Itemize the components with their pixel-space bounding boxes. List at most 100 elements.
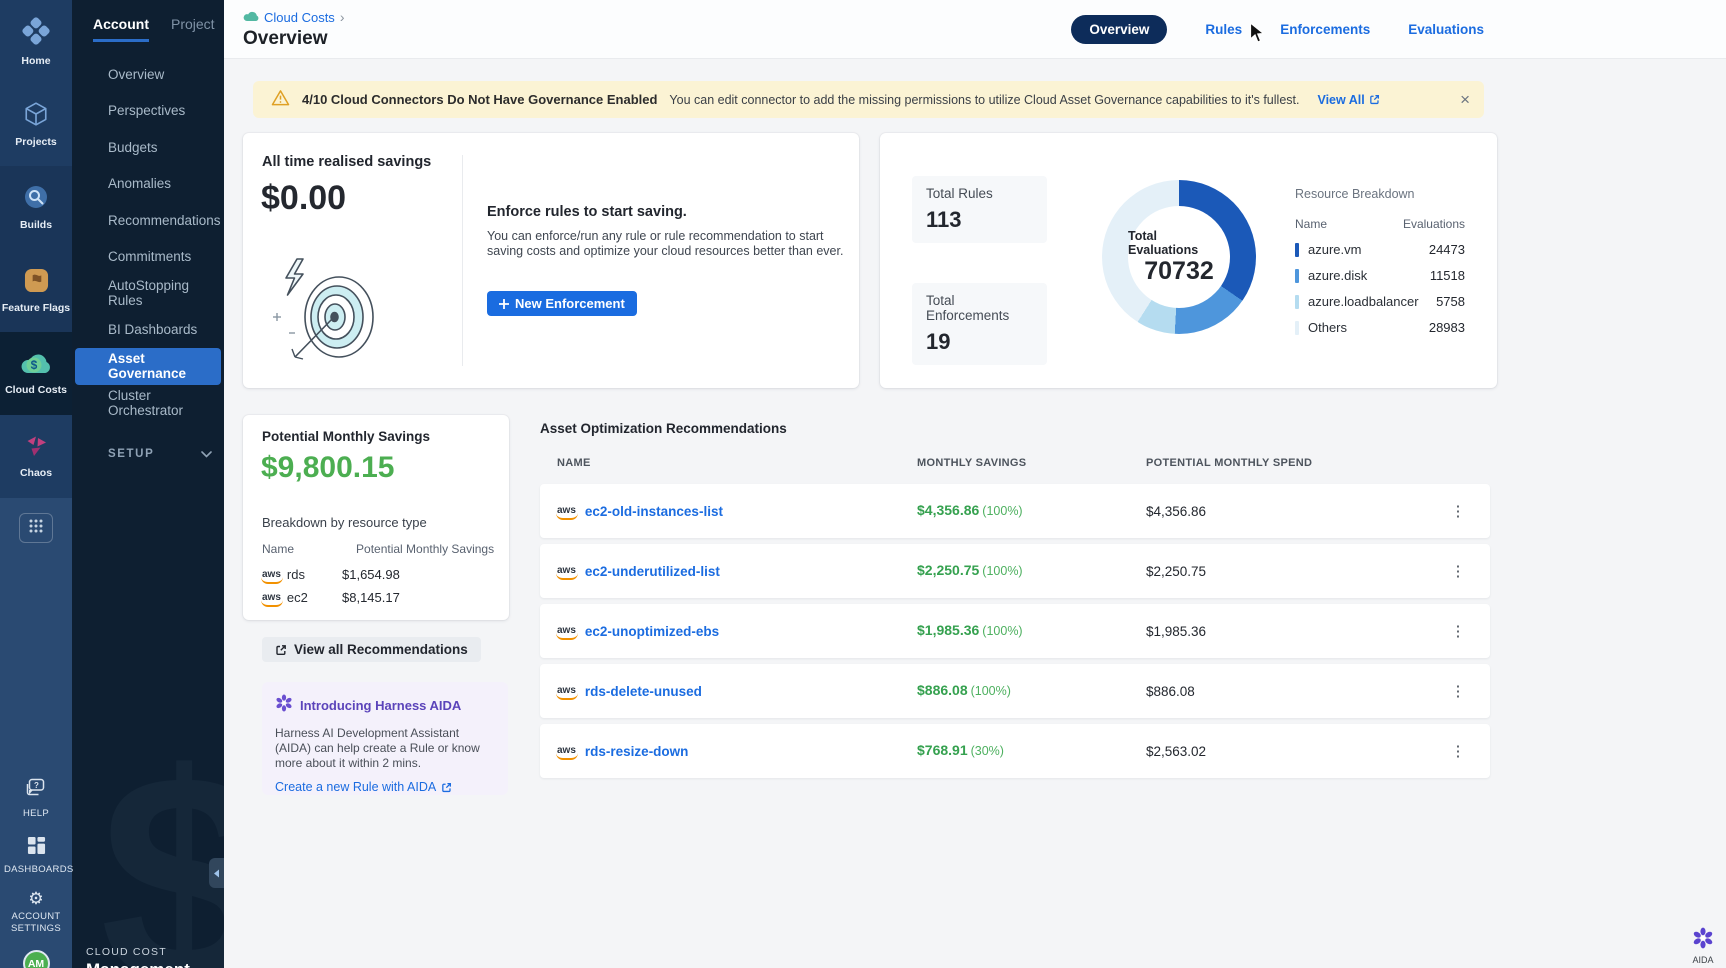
- monthly-savings-value: $1,985.36: [917, 622, 979, 638]
- rule-name-link[interactable]: ec2-old-instances-list: [585, 504, 723, 519]
- aida-fab-label: AIDA: [1692, 955, 1713, 965]
- rule-name-link[interactable]: ec2-unoptimized-ebs: [585, 624, 719, 639]
- sidebar-item-perspectives[interactable]: Perspectives: [72, 93, 224, 130]
- rail-item-projects[interactable]: Projects: [0, 83, 72, 166]
- sidebar-footer: CLOUD COST Management: [86, 946, 190, 968]
- rail-item-cloud-costs[interactable]: $ Cloud Costs: [0, 332, 72, 415]
- user-avatar[interactable]: AM: [23, 950, 50, 968]
- breakdown-label: Breakdown by resource type: [262, 515, 427, 530]
- aws-icon: aws: [557, 626, 576, 636]
- donut-center-label: Total Evaluations: [1128, 229, 1230, 257]
- potential-spend-value: $4,356.86: [1146, 504, 1443, 519]
- module-selector-button[interactable]: [19, 513, 53, 543]
- breadcrumb: Cloud Costs ›: [243, 9, 344, 25]
- tab-overview[interactable]: Overview: [1071, 15, 1167, 44]
- savings-percent: (100%): [982, 624, 1022, 638]
- legend-label: Others: [1308, 320, 1429, 335]
- legend-title: Resource Breakdown: [1295, 187, 1465, 201]
- plus-icon: [499, 299, 509, 309]
- sidebar-item-asset-governance[interactable]: Asset Governance: [75, 348, 221, 385]
- total-rules-value: 113: [926, 207, 1033, 233]
- feature-flags-icon: [24, 268, 49, 298]
- sidebar-collapse-button[interactable]: [209, 858, 224, 888]
- sidebar-item-overview[interactable]: Overview: [72, 56, 224, 93]
- page-title: Overview: [243, 28, 328, 50]
- close-icon[interactable]: ×: [1460, 92, 1470, 108]
- tab-rules[interactable]: Rules: [1205, 22, 1242, 37]
- main-content: Cloud Costs › Overview Overview Rules En…: [224, 0, 1726, 968]
- tab-account[interactable]: Account: [93, 16, 149, 42]
- savings-percent: (100%): [971, 684, 1011, 698]
- rail-item-feature-flags[interactable]: Feature Flags: [0, 249, 72, 332]
- sidebar-menu: Overview Perspectives Budgets Anomalies …: [72, 56, 224, 421]
- sidebar-item-bi-dashboards[interactable]: BI Dashboards: [72, 312, 224, 349]
- legend-row: azure.loadbalancer 5758: [1295, 294, 1465, 309]
- setup-section-toggle[interactable]: SETUP: [72, 439, 224, 469]
- rule-name-link[interactable]: rds-delete-unused: [585, 684, 702, 699]
- legend-swatch: [1295, 321, 1299, 335]
- row-menu-button[interactable]: ⋮: [1443, 742, 1473, 760]
- realised-savings-amount: $0.00: [261, 179, 346, 218]
- row-menu-button[interactable]: ⋮: [1443, 562, 1473, 580]
- rail-item-home[interactable]: Home: [0, 0, 72, 83]
- rail-item-label: Builds: [20, 220, 52, 231]
- governance-stats-card: Total Rules 113 Total Enforcements 19 To…: [880, 133, 1497, 388]
- warning-triangle-icon: [271, 89, 290, 111]
- row-menu-button[interactable]: ⋮: [1443, 622, 1473, 640]
- col-savings-header: MONTHLY SAVINGS: [917, 457, 1146, 469]
- cloud-costs-icon: $: [20, 351, 52, 380]
- table-row: awsrds-delete-unused $886.08(100%) $886.…: [540, 664, 1490, 718]
- footer-title: Management: [86, 960, 190, 968]
- chaos-icon: [24, 434, 48, 463]
- footer-kicker: CLOUD COST: [86, 946, 190, 958]
- recommendations-header: NAME MONTHLY SAVINGS POTENTIAL MONTHLY S…: [540, 457, 1490, 469]
- rule-name-link[interactable]: rds-resize-down: [585, 744, 689, 759]
- potential-spend-value: $886.08: [1146, 684, 1443, 699]
- legend-swatch: [1295, 243, 1299, 257]
- total-enforcements-value: 19: [926, 329, 1033, 355]
- module-rail: Home Projects Builds Feature Flags $ Clo…: [0, 0, 72, 968]
- tab-evaluations[interactable]: Evaluations: [1408, 22, 1484, 37]
- total-rules-label: Total Rules: [926, 186, 1033, 201]
- view-all-recommendations-button[interactable]: View all Recommendations: [262, 637, 481, 662]
- savings-percent: (100%): [982, 504, 1022, 518]
- donut-center: Total Evaluations 70732: [1128, 206, 1230, 308]
- tab-project[interactable]: Project: [171, 16, 215, 42]
- sidebar-item-commitments[interactable]: Commitments: [72, 239, 224, 276]
- rule-name-link[interactable]: ec2-underutilized-list: [585, 564, 720, 579]
- col-name-header: NAME: [557, 457, 917, 469]
- view-all-link[interactable]: View All: [1317, 93, 1379, 107]
- breadcrumb-cloud-costs[interactable]: Cloud Costs: [264, 10, 335, 25]
- sidebar-item-budgets[interactable]: Budgets: [72, 129, 224, 166]
- aida-flower-icon: [1692, 927, 1714, 954]
- row-menu-button[interactable]: ⋮: [1443, 502, 1473, 520]
- sidebar-item-anomalies[interactable]: Anomalies: [72, 166, 224, 203]
- legend-row: Others 28983: [1295, 320, 1465, 335]
- sidebar-item-autostopping-rules[interactable]: AutoStopping Rules: [72, 275, 224, 312]
- chevron-right-icon: ›: [340, 9, 345, 25]
- table-row: awsec2-old-instances-list $4,356.86(100%…: [540, 484, 1490, 538]
- legend-row: azure.vm 24473: [1295, 242, 1465, 257]
- new-enforcement-button[interactable]: New Enforcement: [487, 291, 637, 316]
- sidebar-item-cluster-orchestrator[interactable]: Cluster Orchestrator: [72, 385, 224, 422]
- rail-item-builds[interactable]: Builds: [0, 166, 72, 249]
- dashboards-button[interactable]: DASHBOARDS: [4, 836, 68, 876]
- help-button[interactable]: ? HELP: [4, 778, 68, 820]
- enforce-promo-title: Enforce rules to start saving.: [487, 204, 687, 220]
- aida-assistant-button[interactable]: AIDA: [1692, 927, 1714, 965]
- legend-row: azure.disk 11518: [1295, 268, 1465, 283]
- create-rule-with-aida-link[interactable]: Create a new Rule with AIDA: [275, 780, 495, 794]
- recommendations-title: Asset Optimization Recommendations: [540, 421, 787, 436]
- potential-savings-amount: $9,800.15: [261, 451, 394, 485]
- total-enforcements-stat: Total Enforcements 19: [912, 283, 1047, 365]
- account-settings-button[interactable]: ⚙ ACCOUNT SETTINGS: [4, 891, 68, 934]
- col-spend-header: POTENTIAL MONTHLY SPEND: [1146, 457, 1443, 469]
- tab-enforcements[interactable]: Enforcements: [1280, 22, 1370, 37]
- rail-item-chaos[interactable]: Chaos: [0, 415, 72, 498]
- realised-savings-title: All time realised savings: [262, 154, 431, 170]
- rail-item-label: Projects: [15, 137, 56, 148]
- row-menu-button[interactable]: ⋮: [1443, 682, 1473, 700]
- svg-text:$: $: [31, 358, 38, 372]
- sidebar-item-recommendations[interactable]: Recommendations: [72, 202, 224, 239]
- potential-spend-value: $2,563.02: [1146, 744, 1443, 759]
